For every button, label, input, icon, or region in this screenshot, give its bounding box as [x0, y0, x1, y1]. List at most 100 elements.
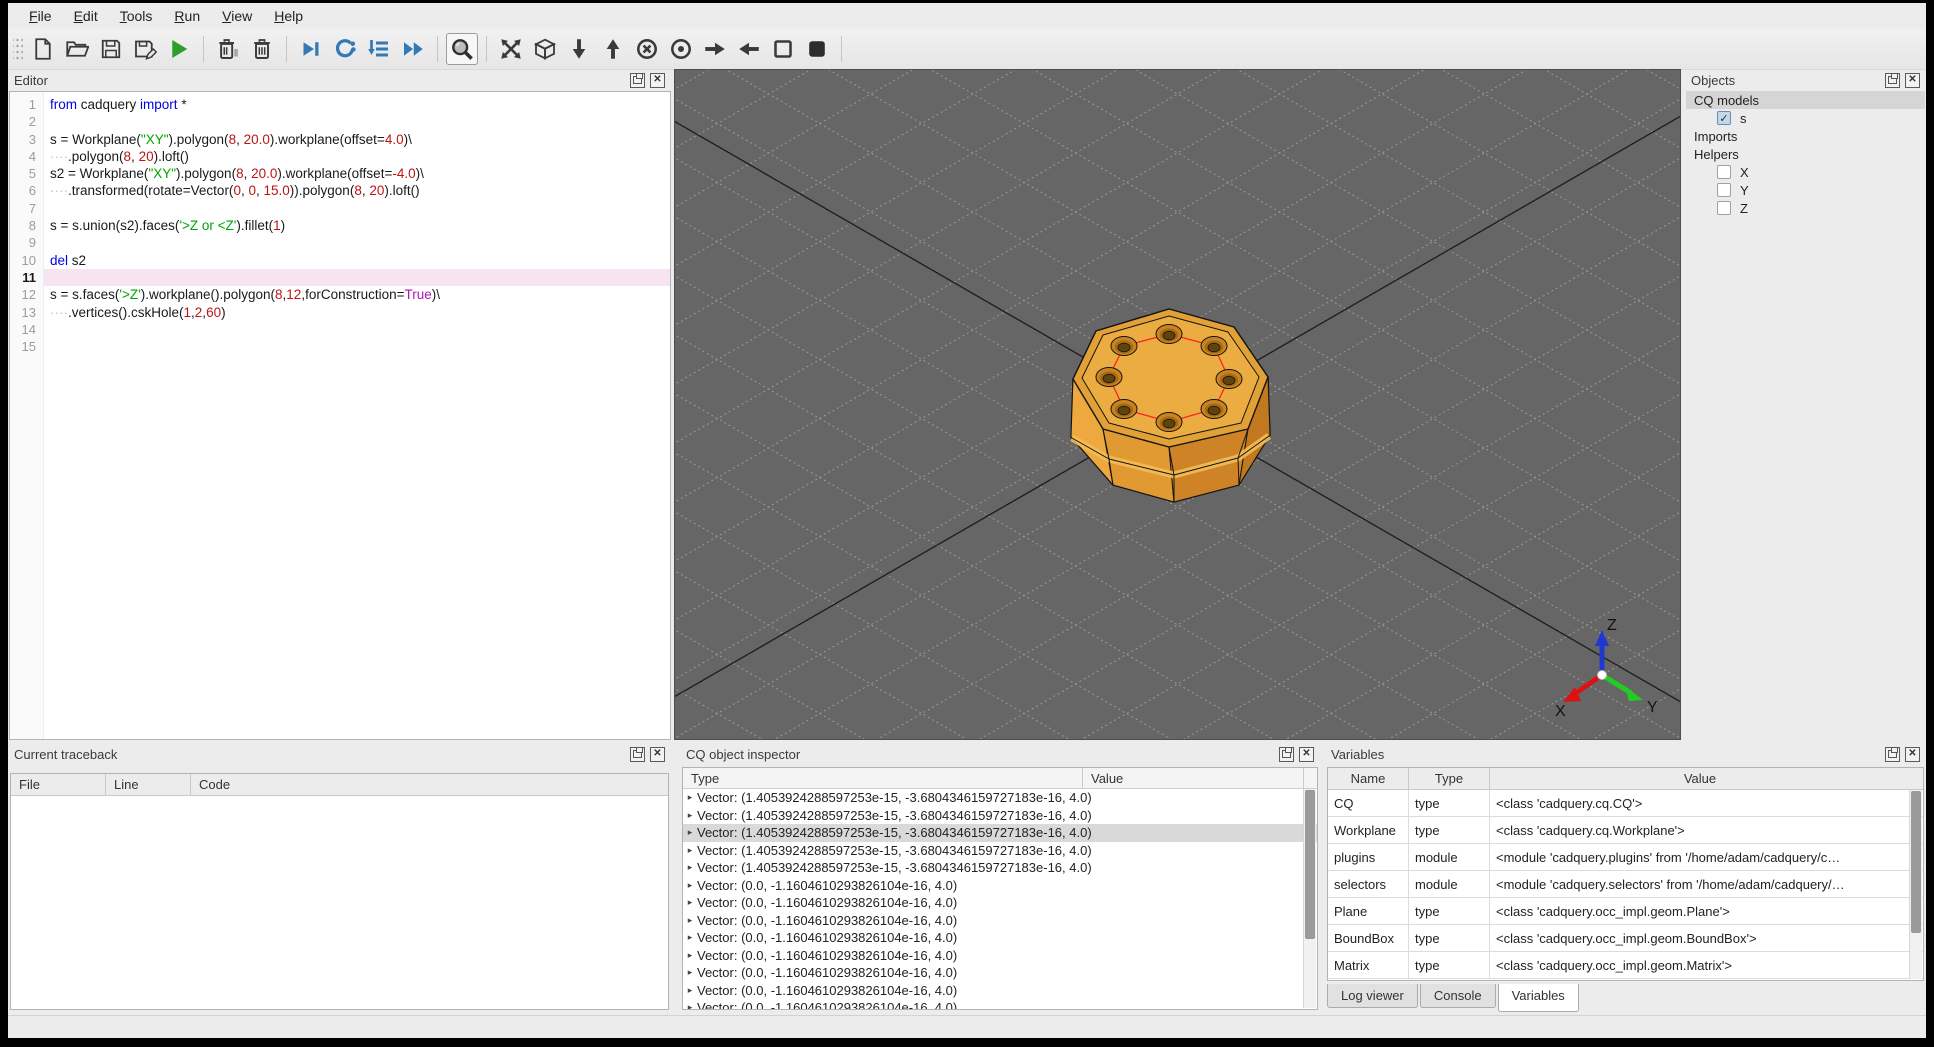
tree-item-s[interactable]: ✓ s: [1686, 109, 1925, 127]
inspector-row[interactable]: ▸ Vector: (1.4053924288597253e-15, -3.680…: [683, 807, 1317, 825]
front-view-icon[interactable]: [631, 33, 663, 65]
close-panel-icon[interactable]: ✕: [1905, 72, 1920, 88]
inspector-row[interactable]: ▸ Vector: (1.4053924288597253e-15, -3.680…: [683, 824, 1317, 842]
back-view-icon[interactable]: [665, 33, 697, 65]
code-line-5[interactable]: s2 = Workplane("XY").polygon(8, 20.0).wo…: [44, 165, 670, 182]
variable-row-boundbox[interactable]: BoundBox type <class 'cadquery.occ_impl.ge…: [1328, 925, 1923, 952]
save-as-icon[interactable]: [129, 33, 161, 65]
code-line-6[interactable]: ····.transformed(rotate=Vector(0, 0, 15.…: [44, 182, 670, 199]
code-line-15[interactable]: [44, 338, 670, 355]
tree-item-z[interactable]: Z: [1686, 199, 1925, 217]
code-area[interactable]: from cadquery import * s = Workplane("XY"…: [44, 92, 670, 739]
expand-arrow-icon[interactable]: ▸: [683, 932, 697, 943]
tree-item-imports[interactable]: Imports: [1686, 127, 1925, 145]
expand-arrow-icon[interactable]: ▸: [683, 967, 697, 978]
float-panel-icon[interactable]: [630, 746, 645, 762]
tree-item-helpers[interactable]: Helpers: [1686, 145, 1925, 163]
expand-arrow-icon[interactable]: ▸: [683, 845, 697, 856]
expand-arrow-icon[interactable]: ▸: [683, 950, 697, 961]
expand-arrow-icon[interactable]: ▸: [683, 827, 697, 838]
unchecked-checkbox[interactable]: [1717, 165, 1731, 179]
float-panel-icon[interactable]: [1885, 72, 1900, 88]
menu-file[interactable]: File: [18, 5, 63, 27]
new-file-icon[interactable]: [27, 33, 59, 65]
code-line-8[interactable]: s = s.union(s2).faces('>Z or <Z').fillet…: [44, 217, 670, 234]
inspector-row[interactable]: ▸ Vector: (0.0, -1.1604610293826104e-16, …: [683, 912, 1317, 930]
close-panel-icon[interactable]: ✕: [1905, 746, 1920, 762]
inspector-row[interactable]: ▸ Vector: (0.0, -1.1604610293826104e-16, …: [683, 947, 1317, 965]
variable-row-workplane[interactable]: Workplane type <class 'cadquery.cq.Workpla…: [1328, 817, 1923, 844]
variable-row-plane[interactable]: Plane type <class 'cadquery.occ_impl.geom.…: [1328, 898, 1923, 925]
inspector-scrollbar[interactable]: [1303, 789, 1316, 1008]
variable-row-selectors[interactable]: selectors module <module 'cadquery.selecto…: [1328, 871, 1923, 898]
code-line-4[interactable]: ····.polygon(8, 20).loft(): [44, 148, 670, 165]
expand-arrow-icon[interactable]: ▸: [683, 792, 697, 803]
code-line-2[interactable]: [44, 113, 670, 130]
expand-arrow-icon[interactable]: ▸: [683, 897, 697, 908]
expand-arrow-icon[interactable]: ▸: [683, 810, 697, 821]
delete-icon[interactable]: [212, 33, 244, 65]
inspector-row[interactable]: ▸ Vector: (0.0, -1.1604610293826104e-16, …: [683, 894, 1317, 912]
menu-view[interactable]: View: [211, 5, 263, 27]
expand-arrow-icon[interactable]: ▸: [683, 1002, 697, 1009]
close-panel-icon[interactable]: ✕: [1299, 746, 1314, 762]
inspector-row[interactable]: ▸ Vector: (0.0, -1.1604610293826104e-16, …: [683, 982, 1317, 1000]
code-line-1[interactable]: from cadquery import *: [44, 96, 670, 113]
tree-item-cq-models[interactable]: CQ models: [1686, 91, 1925, 109]
menu-run[interactable]: Run: [163, 5, 211, 27]
code-line-9[interactable]: [44, 234, 670, 251]
code-line-7[interactable]: [44, 200, 670, 217]
expand-arrow-icon[interactable]: ▸: [683, 862, 697, 873]
tree-item-y[interactable]: Y: [1686, 181, 1925, 199]
tab-variables[interactable]: Variables: [1497, 984, 1579, 1012]
checked-checkbox[interactable]: ✓: [1717, 111, 1731, 125]
inspector-row[interactable]: ▸ Vector: (1.4053924288597253e-15, -3.680…: [683, 859, 1317, 877]
inspector-row[interactable]: ▸ Vector: (1.4053924288597253e-15, -3.680…: [683, 789, 1317, 807]
unchecked-checkbox[interactable]: [1717, 201, 1731, 215]
cad-model[interactable]: [1041, 289, 1303, 521]
delete-all-icon[interactable]: [246, 33, 278, 65]
expand-arrow-icon[interactable]: ▸: [683, 880, 697, 891]
tab-log-viewer[interactable]: Log viewer: [1327, 984, 1418, 1008]
expand-arrow-icon[interactable]: ▸: [683, 985, 697, 996]
code-line-14[interactable]: [44, 321, 670, 338]
variable-row-plugins[interactable]: plugins module <module 'cadquery.plugins' …: [1328, 844, 1923, 871]
menu-edit[interactable]: Edit: [63, 5, 109, 27]
float-panel-icon[interactable]: [1279, 746, 1294, 762]
right-view-icon[interactable]: [733, 33, 765, 65]
code-editor[interactable]: 1 2 3 4 5 6 7 8 9 10 11 12 13 14 15 from cadquery impo…: [9, 91, 671, 740]
screenshot-magnifier-icon[interactable]: [446, 33, 478, 65]
open-file-icon[interactable]: [61, 33, 93, 65]
inspector-row[interactable]: ▸ Vector: (0.0, -1.1604610293826104e-16, …: [683, 964, 1317, 982]
3d-viewport[interactable]: Z X Y: [674, 69, 1681, 740]
save-icon[interactable]: [95, 33, 127, 65]
inspector-row[interactable]: ▸ Vector: (0.0, -1.1604610293826104e-16, …: [683, 929, 1317, 947]
code-line-13[interactable]: ····.vertices().cskHole(1,2,60): [44, 304, 670, 321]
code-line-3[interactable]: s = Workplane("XY").polygon(8, 20.0).wor…: [44, 131, 670, 148]
close-panel-icon[interactable]: ✕: [650, 746, 665, 762]
debug-step-icon[interactable]: [295, 33, 327, 65]
tree-item-x[interactable]: X: [1686, 163, 1925, 181]
left-view-icon[interactable]: [699, 33, 731, 65]
close-panel-icon[interactable]: ✕: [650, 72, 665, 88]
unchecked-checkbox[interactable]: [1717, 183, 1731, 197]
tab-console[interactable]: Console: [1419, 984, 1496, 1008]
code-line-12[interactable]: s = s.faces('>Z').workplane().polygon(8,…: [44, 286, 670, 303]
top-view-icon[interactable]: [563, 33, 595, 65]
inspector-row[interactable]: ▸ Vector: (0.0, -1.1604610293826104e-16, …: [683, 877, 1317, 895]
debug-restart-icon[interactable]: [329, 33, 361, 65]
iso-view-icon[interactable]: [529, 33, 561, 65]
inspector-row[interactable]: ▸ Vector: (0.0, -1.1604610293826104e-16, …: [683, 999, 1317, 1009]
variable-row-cq[interactable]: CQ type <class 'cadquery.cq.CQ'>: [1328, 790, 1923, 817]
shaded-view-icon[interactable]: [801, 33, 833, 65]
expand-arrow-icon[interactable]: ▸: [683, 915, 697, 926]
wireframe-view-icon[interactable]: [767, 33, 799, 65]
variables-scrollbar[interactable]: [1909, 790, 1922, 979]
code-line-11[interactable]: [44, 268, 670, 287]
bottom-view-icon[interactable]: [597, 33, 629, 65]
code-line-10[interactable]: del s2: [44, 252, 670, 269]
debug-step-in-icon[interactable]: [363, 33, 395, 65]
fit-view-icon[interactable]: [495, 33, 527, 65]
variable-row-matrix[interactable]: Matrix type <class 'cadquery.occ_impl.geom…: [1328, 952, 1923, 979]
float-panel-icon[interactable]: [630, 72, 645, 88]
